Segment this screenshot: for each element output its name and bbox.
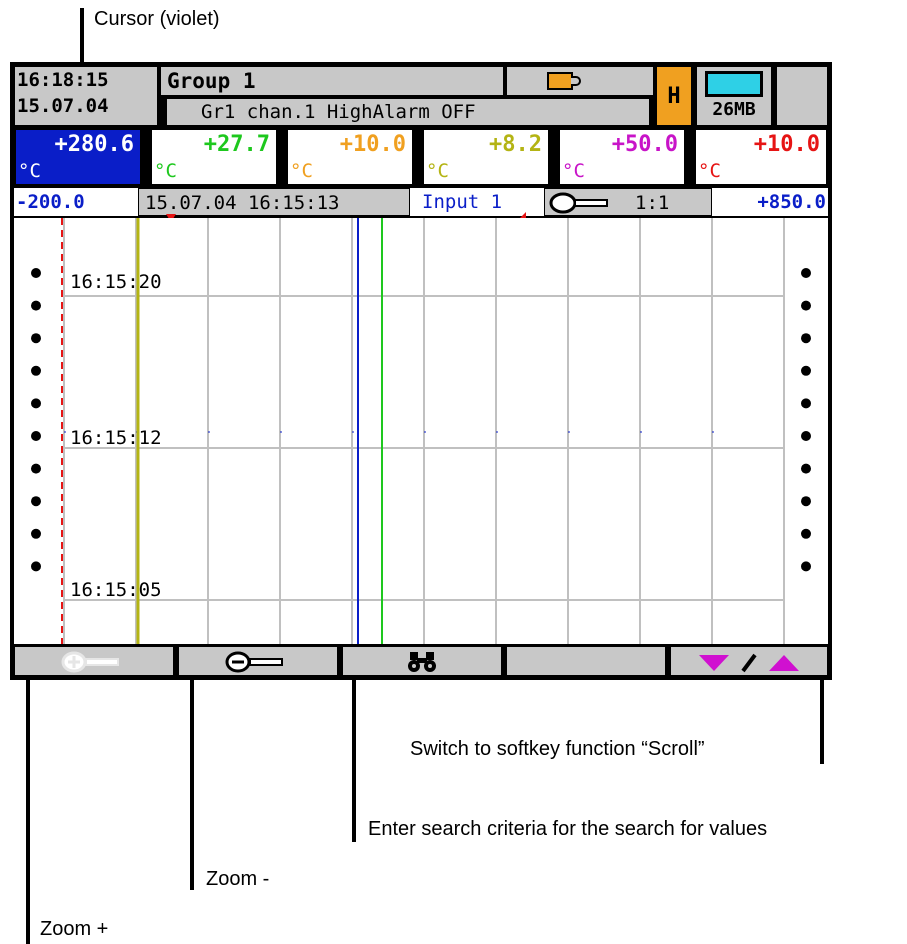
battery-status bbox=[506, 66, 654, 96]
search-button[interactable] bbox=[342, 646, 502, 676]
search-callout: Enter search criteria for the search for… bbox=[368, 818, 768, 840]
zoom-out-icon bbox=[549, 192, 608, 214]
status-blank bbox=[776, 66, 828, 126]
marker-dot-left bbox=[31, 561, 41, 572]
channel-2-box[interactable]: +27.7 °C bbox=[150, 128, 278, 186]
marker-dot-left bbox=[31, 268, 41, 278]
zoom-minus-callout-line bbox=[190, 646, 194, 890]
time-label: 16:15:05 bbox=[70, 579, 162, 601]
trend-chart[interactable]: 16:15:20 16:15:12 16:15:05 bbox=[14, 218, 828, 644]
cursor-callout: Cursor (violet) bbox=[94, 8, 220, 30]
marker-dot-right bbox=[801, 300, 811, 311]
group-title[interactable]: Group 1 bbox=[160, 66, 504, 96]
channel-1-value: +280.6 bbox=[54, 132, 134, 157]
marker-dot-left bbox=[31, 398, 41, 409]
battery-icon bbox=[547, 72, 573, 90]
scroll-callout: Switch to softkey function “Scroll” bbox=[410, 738, 705, 760]
scroll-arrows-icon bbox=[699, 653, 799, 673]
channel-5-box[interactable]: +50.0 °C bbox=[558, 128, 686, 186]
channel-2-value: +27.7 bbox=[203, 132, 270, 157]
marker-dot-left bbox=[31, 463, 41, 474]
channel-3-box[interactable]: +10.0 °C bbox=[286, 128, 414, 186]
channel-6-value: +10.0 bbox=[753, 132, 820, 157]
channel-1-unit: °C bbox=[18, 160, 41, 182]
marker-dot-left bbox=[31, 300, 41, 311]
marker-dot-right bbox=[801, 365, 811, 376]
marker-dot-right bbox=[801, 398, 811, 409]
battery-tip bbox=[571, 76, 581, 86]
channel-3-value: +10.0 bbox=[339, 132, 406, 157]
date-label: 15.07.04 bbox=[17, 95, 109, 117]
mode-badge: H bbox=[656, 66, 692, 126]
channel-1-box[interactable]: +280.6 °C bbox=[14, 128, 142, 186]
marker-dot-left bbox=[31, 333, 41, 344]
binoculars-icon bbox=[408, 652, 436, 672]
marker-dot-right bbox=[801, 463, 811, 474]
alarm-message: Gr1 chan.1 HighAlarm OFF bbox=[166, 98, 650, 126]
channel-5-unit: °C bbox=[562, 160, 585, 182]
marker-dot-left bbox=[31, 528, 41, 539]
marker-dot-right bbox=[801, 268, 811, 278]
marker-dot-right bbox=[801, 496, 811, 507]
scroll-button[interactable] bbox=[670, 646, 828, 676]
channel-2-unit: °C bbox=[154, 160, 177, 182]
marker-dot-left bbox=[31, 431, 41, 441]
scale-max: +850.0 bbox=[714, 188, 828, 216]
scale-bar: -200.0 15.07.04 16:15:13 Input 1 1:1 +85… bbox=[14, 188, 828, 216]
memory-status: 26MB bbox=[696, 66, 772, 126]
zoom-plus-callout-line bbox=[26, 646, 30, 944]
zoom-minus-button[interactable] bbox=[178, 646, 338, 676]
softkey-bar bbox=[14, 646, 828, 676]
channel-3-unit: °C bbox=[290, 160, 313, 182]
time-label: 16:18:15 bbox=[17, 69, 109, 91]
zoom-minus-callout: Zoom - bbox=[206, 868, 270, 890]
channel-6-unit: °C bbox=[698, 160, 721, 182]
datetime-display: 16:18:15 15.07.04 bbox=[14, 66, 158, 126]
time-label: 16:15:20 bbox=[70, 271, 162, 293]
scale-min: -200.0 bbox=[14, 188, 136, 216]
channel-4-unit: °C bbox=[426, 160, 449, 182]
channel-5-value: +50.0 bbox=[611, 132, 678, 157]
marker-dot-right bbox=[801, 561, 811, 572]
zoom-in-icon bbox=[61, 651, 119, 673]
zoom-plus-button[interactable] bbox=[14, 646, 174, 676]
time-label: 16:15:12 bbox=[70, 427, 162, 449]
zoom-ratio: 1:1 bbox=[635, 192, 670, 214]
marker-dot-right bbox=[801, 528, 811, 539]
memory-card-icon bbox=[705, 71, 763, 97]
marker-dot-right bbox=[801, 431, 811, 441]
recorder-screen: 16:18:15 15.07.04 Group 1 Gr1 chan.1 Hig… bbox=[10, 62, 832, 680]
channel-4-box[interactable]: +8.2 °C bbox=[422, 128, 550, 186]
zoom-out-icon bbox=[225, 651, 283, 673]
zoom-indicator: 1:1 bbox=[544, 188, 712, 216]
marker-dot-right bbox=[801, 333, 811, 344]
channel-6-box[interactable]: +10.0 °C bbox=[694, 128, 828, 186]
zoom-plus-callout: Zoom + bbox=[40, 918, 109, 940]
cursor-timestamp: 15.07.04 16:15:13 bbox=[138, 188, 410, 216]
empty-softkey[interactable] bbox=[506, 646, 666, 676]
marker-dot-left bbox=[31, 365, 41, 376]
memory-label: 26MB bbox=[712, 99, 756, 120]
channel-4-value: +8.2 bbox=[489, 132, 542, 157]
marker-dot-left bbox=[31, 496, 41, 507]
